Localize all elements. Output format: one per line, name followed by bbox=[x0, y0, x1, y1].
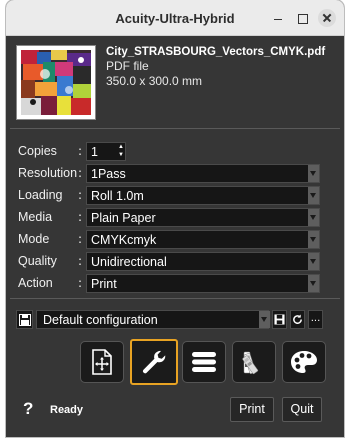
media-select[interactable]: Plain Paper bbox=[86, 208, 320, 227]
app-window: Acuity-Ultra-Hybrid City_STRASBOURG_Vect… bbox=[6, 0, 344, 437]
list-button[interactable] bbox=[182, 341, 226, 383]
copies-label: Copies bbox=[18, 144, 57, 158]
chevron-down-icon[interactable] bbox=[308, 165, 319, 182]
help-button[interactable]: ? bbox=[23, 399, 33, 419]
colon: : bbox=[78, 166, 83, 180]
colon: : bbox=[78, 144, 83, 158]
loading-label: Loading bbox=[18, 188, 63, 202]
quality-row: Quality: Unidirectional bbox=[6, 252, 344, 272]
palette-icon bbox=[291, 351, 317, 373]
media-row: Media: Plain Paper bbox=[6, 208, 344, 228]
chevron-down-icon[interactable] bbox=[308, 253, 319, 270]
spin-up-icon[interactable]: ▲ bbox=[118, 144, 124, 151]
chevron-down-icon[interactable] bbox=[259, 311, 270, 328]
file-type: PDF file bbox=[106, 59, 149, 73]
spin-down-icon[interactable]: ▼ bbox=[118, 152, 124, 159]
chevron-down-icon[interactable] bbox=[308, 187, 319, 204]
list-icon bbox=[192, 352, 216, 372]
configuration-bar: Default configuration ... bbox=[16, 310, 323, 329]
add-page-icon bbox=[92, 349, 112, 375]
chevron-down-icon[interactable] bbox=[308, 231, 319, 248]
quit-button[interactable]: Quit bbox=[282, 397, 322, 422]
file-size: 350.0 x 300.0 mm bbox=[106, 74, 203, 88]
copies-stepper[interactable]: 1 ▲ ▼ bbox=[86, 142, 126, 161]
copies-row: Copies : 1 ▲ ▼ bbox=[6, 142, 344, 162]
more-options-button[interactable]: ... bbox=[308, 310, 323, 329]
action-select[interactable]: Print bbox=[86, 274, 320, 293]
resolution-label: Resolution bbox=[18, 166, 78, 180]
mode-select[interactable]: CMYKcmyk bbox=[86, 230, 320, 249]
colon: : bbox=[78, 232, 83, 246]
save-icon[interactable] bbox=[272, 310, 287, 329]
chevron-down-icon[interactable] bbox=[308, 275, 319, 292]
settings-button[interactable] bbox=[130, 339, 178, 385]
action-value: Print bbox=[91, 277, 117, 291]
divider bbox=[10, 128, 340, 129]
media-label: Media bbox=[18, 210, 53, 224]
thumbnail-image bbox=[21, 50, 91, 115]
colon: : bbox=[78, 210, 83, 224]
print-button[interactable]: Print bbox=[230, 397, 274, 422]
loading-select[interactable]: Roll 1.0m bbox=[86, 186, 320, 205]
colon: : bbox=[78, 254, 83, 268]
chevron-down-icon[interactable] bbox=[308, 209, 319, 226]
copies-value: 1 bbox=[91, 145, 98, 159]
wrench-icon bbox=[142, 350, 166, 374]
action-label: Action bbox=[18, 276, 53, 290]
color-swatches-button[interactable] bbox=[232, 341, 276, 383]
resolution-row: Resolution:1Pass bbox=[6, 164, 344, 184]
file-name: City_STRASBOURG_Vectors_CMYK.pdf bbox=[106, 46, 326, 58]
close-icon[interactable] bbox=[318, 9, 336, 27]
configuration-value: Default configuration bbox=[43, 313, 158, 327]
file-info: City_STRASBOURG_Vectors_CMYK.pdf PDF fil… bbox=[106, 46, 325, 88]
colon: : bbox=[78, 188, 83, 202]
resolution-select[interactable]: 1Pass bbox=[86, 164, 320, 183]
loading-value: Roll 1.0m bbox=[91, 189, 144, 203]
minimize-icon[interactable] bbox=[270, 10, 286, 26]
configuration-icon[interactable] bbox=[16, 310, 33, 329]
add-page-button[interactable] bbox=[80, 341, 124, 383]
refresh-icon[interactable] bbox=[290, 310, 305, 329]
quality-select[interactable]: Unidirectional bbox=[86, 252, 320, 271]
maximize-icon[interactable] bbox=[294, 10, 310, 26]
action-row: Action: Print bbox=[6, 274, 344, 294]
title-bar[interactable]: Acuity-Ultra-Hybrid bbox=[6, 0, 344, 36]
palette-button[interactable] bbox=[282, 341, 326, 383]
colon: : bbox=[78, 276, 83, 290]
resolution-value: 1Pass bbox=[91, 167, 126, 181]
quality-value: Unidirectional bbox=[91, 255, 167, 269]
loading-row: Loading: Roll 1.0m bbox=[6, 186, 344, 206]
quality-label: Quality bbox=[18, 254, 57, 268]
mode-row: Mode: CMYKcmyk bbox=[6, 230, 344, 250]
file-thumbnail bbox=[16, 45, 96, 120]
status-text: Ready bbox=[50, 404, 84, 416]
media-value: Plain Paper bbox=[91, 211, 156, 225]
mode-value: CMYKcmyk bbox=[91, 233, 157, 247]
configuration-select[interactable]: Default configuration bbox=[36, 310, 269, 329]
divider bbox=[10, 298, 340, 299]
mode-label: Mode bbox=[18, 232, 50, 246]
color-swatches-icon bbox=[242, 351, 259, 375]
